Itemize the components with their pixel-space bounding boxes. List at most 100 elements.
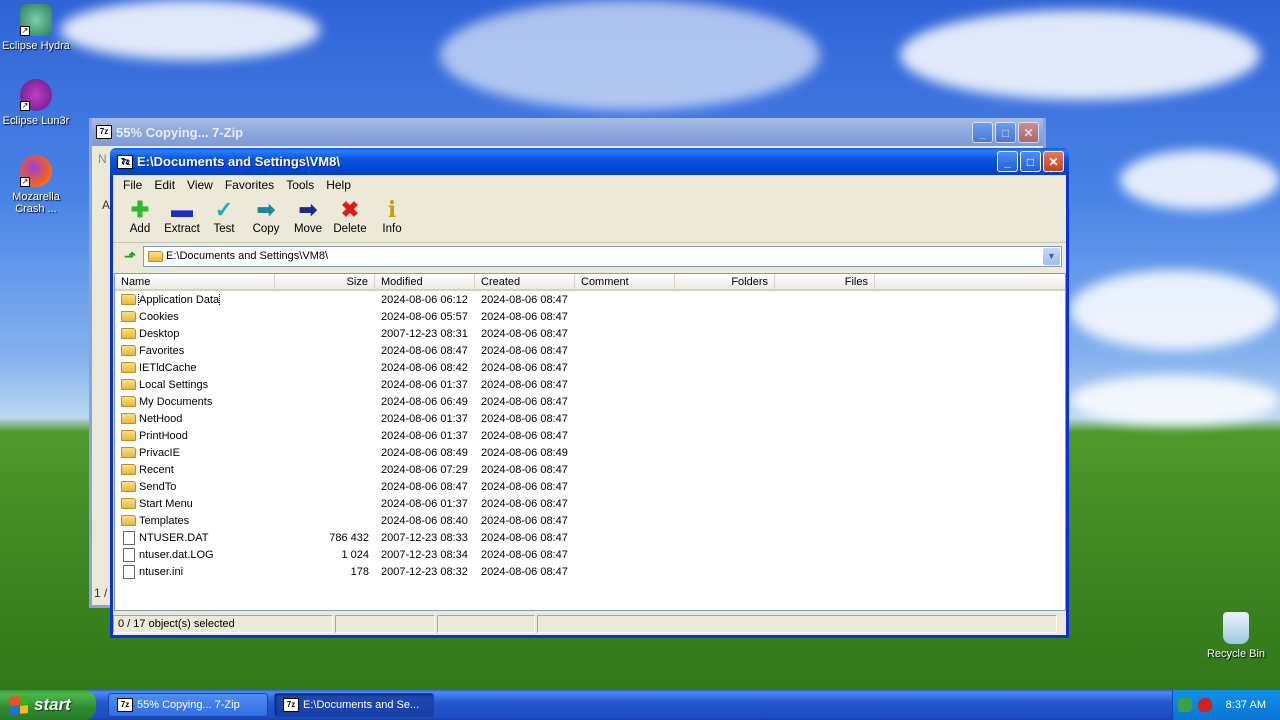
- window-title: 55% Copying... 7-Zip: [116, 124, 244, 140]
- file-icon: [123, 547, 135, 562]
- delete-label: Delete: [333, 223, 367, 235]
- chevron-down-icon[interactable]: ▼: [1043, 247, 1060, 265]
- address-combobox[interactable]: E:\Documents and Settings\VM8\ ▼: [143, 245, 1062, 267]
- file-icon: [123, 530, 135, 545]
- table-row[interactable]: NetHood 2024-08-06 01:37 2024-08-06 08:47: [115, 410, 1065, 427]
- table-row[interactable]: Favorites 2024-08-06 08:47 2024-08-06 08:4…: [115, 342, 1065, 359]
- maximize-button[interactable]: □: [995, 122, 1016, 143]
- desktop-icon-mozarella-crash[interactable]: ↗ Mozarella Crash ...: [0, 155, 74, 215]
- close-button[interactable]: ✕: [1043, 151, 1064, 172]
- maximize-button[interactable]: □: [1020, 151, 1041, 172]
- copy-progress-titlebar[interactable]: 7z 55% Copying... 7-Zip: [92, 118, 1043, 146]
- add-icon: ✚: [130, 197, 150, 222]
- table-row[interactable]: Application Data 2024-08-06 06:12 2024-08-…: [115, 291, 1065, 308]
- taskbar-item-file-manager[interactable]: 7z E:\Documents and Se...: [274, 693, 434, 717]
- close-button[interactable]: ✕: [1018, 122, 1039, 143]
- column-header-name[interactable]: Name: [115, 274, 275, 289]
- file-name-label: ntuser.dat.LOG: [139, 548, 214, 561]
- table-row[interactable]: Templates 2024-08-06 08:40 2024-08-06 08:4…: [115, 512, 1065, 529]
- column-header-files[interactable]: Files: [775, 274, 875, 289]
- desktop-icon-label: Eclipse Hydra: [2, 40, 70, 52]
- file-manager-window[interactable]: 7z E:\Documents and Settings\VM8\ _ □ ✕ …: [110, 148, 1069, 638]
- recycle-bin-icon: [1223, 612, 1249, 644]
- file-created-cell: 2024-08-06 08:47: [481, 378, 568, 391]
- file-created-cell: 2024-08-06 08:47: [481, 395, 568, 408]
- menu-tools[interactable]: Tools: [280, 178, 320, 192]
- info-button[interactable]: i Info: [371, 195, 413, 235]
- copy-button[interactable]: ➡ Copy: [245, 195, 287, 236]
- table-row[interactable]: Local Settings 2024-08-06 01:37 2024-08-06…: [115, 376, 1065, 393]
- table-row[interactable]: Desktop 2007-12-23 08:31 2024-08-06 08:47: [115, 325, 1065, 342]
- file-name-label: IETldCache: [139, 361, 197, 374]
- menu-file[interactable]: File: [117, 178, 148, 192]
- desktop-icon-recycle-bin[interactable]: Recycle Bin: [1198, 612, 1274, 660]
- test-button[interactable]: ✓ Test: [203, 195, 245, 236]
- window-title: E:\Documents and Settings\VM8\: [137, 154, 340, 169]
- folder-icon: [121, 413, 136, 425]
- table-row[interactable]: ntuser.ini 178 2007-12-23 08:32 2024-08-06 …: [115, 563, 1065, 580]
- menu-view[interactable]: View: [181, 178, 219, 192]
- menu-help[interactable]: Help: [320, 178, 357, 192]
- folder-icon: [121, 515, 136, 527]
- folder-icon: [121, 498, 136, 510]
- network-icon[interactable]: [1177, 698, 1192, 712]
- clock[interactable]: 8:37 AM: [1226, 699, 1266, 711]
- file-name-label: Cookies: [139, 310, 179, 323]
- status-bar: 0 / 17 object(s) selected: [113, 613, 1066, 635]
- table-row[interactable]: Start Menu 2024-08-06 01:37 2024-08-06 08:…: [115, 495, 1065, 512]
- file-manager-titlebar[interactable]: 7z E:\Documents and Settings\VM8\: [110, 148, 1069, 175]
- file-name-cell: Desktop: [115, 328, 275, 340]
- column-header-created[interactable]: Created: [475, 274, 575, 289]
- move-button[interactable]: ➡ Move: [287, 195, 329, 236]
- desktop-icon-eclipse-lun3r[interactable]: ↗ Eclipse Lun3r: [0, 79, 74, 127]
- security-shield-icon[interactable]: [1197, 698, 1212, 712]
- menu-favorites[interactable]: Favorites: [219, 178, 280, 192]
- 7zip-app-icon: 7z: [283, 698, 299, 712]
- desktop-icon-eclipse-hydra[interactable]: ↗ Eclipse Hydra: [0, 4, 74, 52]
- start-button[interactable]: start: [0, 690, 96, 720]
- minimize-button[interactable]: _: [972, 122, 993, 143]
- desktop-icon-label: Recycle Bin: [1206, 648, 1266, 660]
- column-header-comment[interactable]: Comment: [575, 274, 675, 289]
- minimize-button[interactable]: _: [997, 151, 1018, 172]
- info-icon: i: [387, 197, 397, 223]
- table-row[interactable]: IETldCache 2024-08-06 08:42 2024-08-06 08:…: [115, 359, 1065, 376]
- table-row[interactable]: NTUSER.DAT 786 432 2007-12-23 08:33 2024-08…: [115, 529, 1065, 546]
- add-label: Add: [129, 223, 151, 235]
- taskbar: start 7z 55% Copying... 7-Zip 7z E:\Docu…: [0, 690, 1280, 720]
- folder-icon: [121, 328, 136, 340]
- column-header-folders[interactable]: Folders: [675, 274, 775, 289]
- table-row[interactable]: SendTo 2024-08-06 08:47 2024-08-06 08:47: [115, 478, 1065, 495]
- file-modified-cell: 2024-08-06 08:47: [381, 344, 468, 357]
- extract-button[interactable]: ▬ Extract: [161, 195, 203, 236]
- file-name-label: Recent: [139, 463, 174, 476]
- taskbar-item-label: 55% Copying... 7-Zip: [137, 699, 240, 711]
- file-created-cell: 2024-08-06 08:49: [481, 446, 568, 459]
- 7zip-app-icon: 7z: [96, 125, 112, 139]
- up-folder-icon[interactable]: ⬏: [117, 248, 143, 265]
- file-list[interactable]: Name Size Modified Created Comment Folde…: [114, 273, 1066, 611]
- taskbar-item-copy-progress[interactable]: 7z 55% Copying... 7-Zip: [108, 693, 268, 717]
- file-created-cell: 2024-08-06 08:47: [481, 361, 568, 374]
- taskbar-item-label: E:\Documents and Se...: [303, 699, 420, 711]
- extract-label: Extract: [164, 223, 200, 235]
- folder-icon: [121, 345, 136, 357]
- table-row[interactable]: ntuser.dat.LOG 1 024 2007-12-23 08:34 2024-…: [115, 546, 1065, 563]
- copy-label: Copy: [252, 223, 280, 235]
- menu-edit[interactable]: Edit: [148, 178, 181, 192]
- add-button[interactable]: ✚ Add: [119, 195, 161, 236]
- file-name-cell: NTUSER.DAT: [115, 530, 275, 545]
- file-modified-cell: 2007-12-23 08:33: [381, 531, 468, 544]
- column-header-modified[interactable]: Modified: [375, 274, 475, 289]
- table-row[interactable]: Cookies 2024-08-06 05:57 2024-08-06 08:47: [115, 308, 1065, 325]
- system-tray: 8:37 AM: [1172, 690, 1280, 720]
- delete-icon: ✖: [340, 197, 360, 222]
- column-header-size[interactable]: Size: [275, 274, 375, 289]
- table-row[interactable]: Recent 2024-08-06 07:29 2024-08-06 08:47: [115, 461, 1065, 478]
- file-name-cell: PrivacIE: [115, 447, 275, 459]
- folder-icon: [121, 481, 136, 493]
- table-row[interactable]: My Documents 2024-08-06 06:49 2024-08-06 0…: [115, 393, 1065, 410]
- delete-button[interactable]: ✖ Delete: [329, 195, 371, 236]
- table-row[interactable]: PrivacIE 2024-08-06 08:49 2024-08-06 08:49: [115, 444, 1065, 461]
- table-row[interactable]: PrintHood 2024-08-06 01:37 2024-08-06 08:4…: [115, 427, 1065, 444]
